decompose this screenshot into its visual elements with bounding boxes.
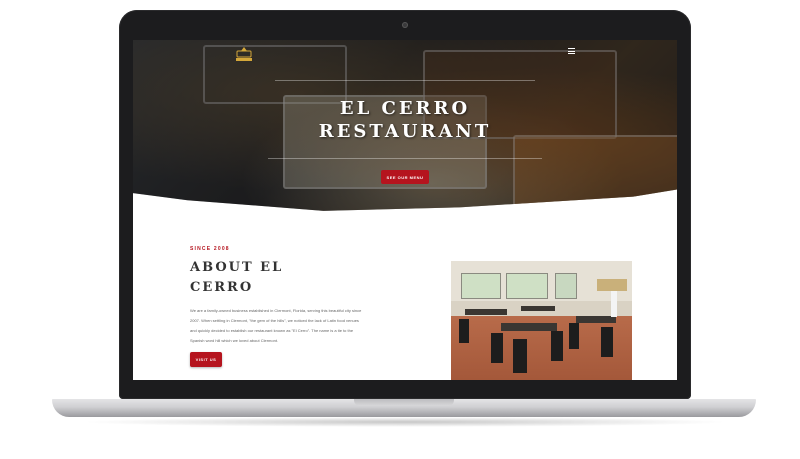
visit-us-button[interactable]: VISIT US [190, 352, 222, 367]
restaurant-interior-photo [451, 261, 632, 380]
hero-title-line2: RESTAURANT [318, 121, 492, 142]
about-title: ABOUT EL CERRO [190, 258, 310, 298]
hamburger-menu-icon[interactable] [568, 48, 575, 54]
about-title-line1: ABOUT EL [190, 260, 284, 275]
browser-screen: EL CERRO RESTAURANT SEE OUR MENU SINCE 2… [133, 40, 677, 380]
divider [268, 158, 542, 159]
hero-banner: EL CERRO RESTAURANT SEE OUR MENU [133, 40, 677, 211]
about-body-text: We are a family-owned business establish… [190, 308, 362, 343]
hero-title-line1: EL CERRO [339, 98, 471, 119]
el-cerro-logo-icon[interactable] [233, 46, 255, 62]
since-label: SINCE 2008 [190, 246, 230, 252]
about-title-line2: CERRO [190, 280, 254, 295]
see-our-menu-button[interactable]: SEE OUR MENU [381, 170, 429, 184]
divider [275, 80, 535, 81]
laptop-shadow [80, 417, 730, 427]
laptop-hinge-notch [354, 399, 454, 406]
camera-icon [402, 22, 408, 28]
